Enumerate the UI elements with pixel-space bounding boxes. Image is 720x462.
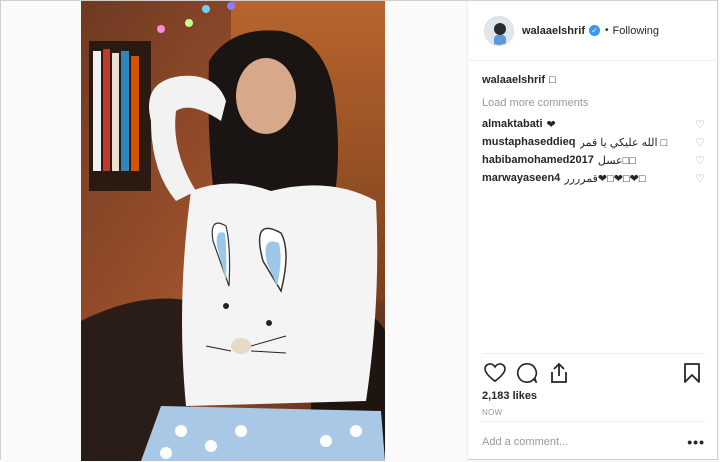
share-icon[interactable] bbox=[546, 360, 572, 386]
photo-pane bbox=[1, 1, 467, 461]
caption-text: □ bbox=[548, 74, 556, 86]
comment-author[interactable]: habibamohamed2017 bbox=[482, 154, 594, 166]
more-options-icon[interactable]: ••• bbox=[687, 434, 705, 450]
caption-author[interactable]: walaaelshrif bbox=[482, 74, 545, 86]
post-header: walaaelshrif ✓ • Following bbox=[468, 1, 719, 61]
bookmark-icon[interactable] bbox=[679, 360, 705, 386]
comment-text: قمرررر❤□❤□❤□ bbox=[564, 172, 646, 185]
small-heart-icon[interactable]: ♡ bbox=[691, 172, 705, 185]
comment-author[interactable]: marwayaseen4 bbox=[482, 172, 560, 184]
following-button[interactable]: Following bbox=[613, 25, 659, 37]
like-count[interactable]: 2,183 likes bbox=[482, 390, 705, 402]
add-comment-input[interactable]: Add a comment... bbox=[482, 436, 687, 448]
comment-row: habibamohamed2017 عسل□□ ♡ bbox=[482, 151, 705, 169]
verified-badge-icon: ✓ bbox=[588, 25, 600, 36]
separator-dot: • bbox=[604, 25, 609, 36]
small-heart-icon[interactable]: ♡ bbox=[691, 136, 705, 149]
small-heart-icon[interactable]: ♡ bbox=[691, 154, 705, 167]
comment-icon[interactable] bbox=[514, 360, 540, 386]
action-bar: 2,183 likes NOW bbox=[482, 353, 705, 417]
comment-row: marwayaseen4 قمرررر❤□❤□❤□ ♡ bbox=[482, 169, 705, 187]
heart-icon[interactable] bbox=[482, 360, 508, 386]
post-dialog: walaaelshrif ✓ • Following walaaelshrif … bbox=[0, 0, 719, 461]
avatar[interactable] bbox=[484, 15, 514, 46]
comments-list: walaaelshrif □ Load more comments almakt… bbox=[468, 61, 719, 351]
add-comment-bar: Add a comment... ••• bbox=[482, 421, 705, 461]
comment-text: ❤ bbox=[546, 118, 556, 131]
post-sidebar: walaaelshrif ✓ • Following walaaelshrif … bbox=[467, 1, 719, 461]
load-more-comments-button[interactable]: Load more comments bbox=[482, 94, 705, 112]
username-link[interactable]: walaaelshrif bbox=[522, 25, 585, 37]
comment-row: mustaphaseddieq الله عليكي يا قمر □ ♡ bbox=[482, 133, 705, 151]
action-icons bbox=[482, 359, 705, 387]
timestamp: NOW bbox=[482, 408, 503, 417]
small-heart-icon[interactable]: ♡ bbox=[691, 118, 705, 131]
comment-author[interactable]: mustaphaseddieq bbox=[482, 136, 576, 148]
post-photo[interactable] bbox=[81, 1, 385, 461]
caption: walaaelshrif □ bbox=[482, 71, 705, 89]
comment-row: almaktabati ❤ ♡ bbox=[482, 115, 705, 133]
comment-text: عسل□□ bbox=[597, 154, 636, 167]
comment-text: الله عليكي يا قمر □ bbox=[579, 136, 668, 149]
comment-author[interactable]: almaktabati bbox=[482, 118, 543, 130]
